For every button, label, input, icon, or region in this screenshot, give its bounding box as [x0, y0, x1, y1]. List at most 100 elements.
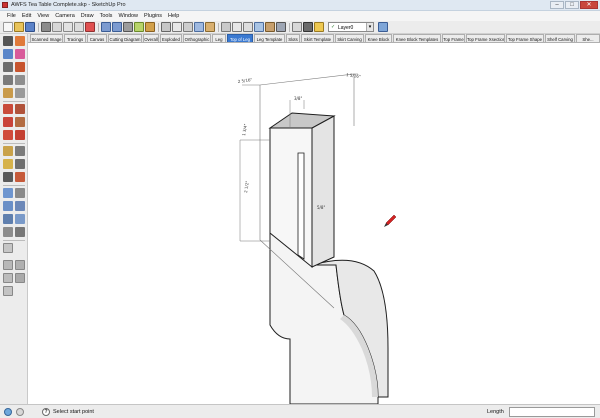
- scene-tab-top-frame[interactable]: Top Frame: [442, 34, 465, 42]
- paste-icon[interactable]: [74, 22, 84, 32]
- redo-icon[interactable]: [112, 22, 122, 32]
- wireframe-icon[interactable]: [232, 22, 242, 32]
- component-a-icon[interactable]: [3, 260, 13, 270]
- dimension-icon[interactable]: [15, 146, 25, 156]
- position-camera-icon[interactable]: [3, 227, 13, 237]
- menu-edit[interactable]: Edit: [19, 11, 34, 21]
- erase-icon[interactable]: [85, 22, 95, 32]
- xray-icon[interactable]: [221, 22, 231, 32]
- top-view-icon[interactable]: [183, 22, 193, 32]
- make-component-icon[interactable]: [145, 22, 155, 32]
- move-icon[interactable]: [3, 104, 13, 114]
- new-file-icon[interactable]: [3, 22, 13, 32]
- layer-manager-icon[interactable]: [378, 22, 388, 32]
- scene-tab-leg[interactable]: Leg: [212, 34, 226, 42]
- line-pencil-icon[interactable]: [15, 62, 25, 72]
- circle-icon[interactable]: [3, 75, 13, 85]
- drawing-viewport[interactable]: 2 5/16" 1 5/16" 3/8" 1 3/4" 2 1/2" 5/8": [28, 43, 600, 404]
- section-plane-tool-icon[interactable]: [3, 243, 13, 253]
- iso-view-icon[interactable]: [194, 22, 204, 32]
- scene-tab-knee-block[interactable]: Knee Block: [365, 34, 392, 42]
- select-icon[interactable]: [3, 36, 13, 46]
- zoom-icon[interactable]: [3, 201, 13, 211]
- maximize-button[interactable]: □: [565, 1, 579, 9]
- component-e-icon[interactable]: [3, 286, 13, 296]
- offset-icon[interactable]: [15, 130, 25, 140]
- scene-tab-skirt-carving[interactable]: Skirt Carving: [335, 34, 364, 42]
- home-icon[interactable]: [172, 22, 182, 32]
- protractor-icon[interactable]: [3, 159, 13, 169]
- undo-icon[interactable]: [101, 22, 111, 32]
- component-d-icon[interactable]: [15, 273, 25, 283]
- scene-tab-top-frame-xsection[interactable]: Top Frame Xsection: [466, 34, 505, 42]
- make-component-tool-icon[interactable]: [3, 49, 13, 59]
- tape-measure-icon[interactable]: [3, 146, 13, 156]
- eraser-icon[interactable]: [15, 36, 25, 46]
- scene-tab-more[interactable]: She...: [576, 34, 600, 42]
- scene-tab-exploded[interactable]: Exploded: [160, 34, 182, 42]
- orbit-icon[interactable]: [3, 188, 13, 198]
- menu-camera[interactable]: Camera: [52, 11, 78, 21]
- paint-bucket-icon[interactable]: [15, 49, 25, 59]
- zoom-extents-icon[interactable]: [3, 214, 13, 224]
- front-view-icon[interactable]: [205, 22, 215, 32]
- text-tool-icon[interactable]: [15, 159, 25, 169]
- model-info-icon[interactable]: [134, 22, 144, 32]
- shaded-icon[interactable]: [254, 22, 264, 32]
- minimize-button[interactable]: –: [550, 1, 564, 9]
- push-pull-icon[interactable]: [15, 104, 25, 114]
- previous-view-icon[interactable]: [15, 214, 25, 224]
- scene-tab-scanned-image[interactable]: Scanned Image: [30, 34, 63, 42]
- scene-tab-overall[interactable]: Overall: [143, 34, 159, 42]
- scene-tab-canvas[interactable]: Canvas: [87, 34, 107, 42]
- follow-me-icon[interactable]: [15, 117, 25, 127]
- layer-dropdown[interactable]: ✓ Layer0 ▾: [328, 22, 374, 32]
- pan-icon[interactable]: [15, 188, 25, 198]
- component-c-icon[interactable]: [3, 273, 13, 283]
- hidden-line-icon[interactable]: [243, 22, 253, 32]
- cut-icon[interactable]: [52, 22, 62, 32]
- scale-icon[interactable]: [3, 130, 13, 140]
- scene-tab-knee-block-templates[interactable]: Knee Block Templates: [393, 34, 441, 42]
- freehand-icon[interactable]: [15, 88, 25, 98]
- scene-tab-orthographic[interactable]: Orthographic: [183, 34, 211, 42]
- zoom-window-icon[interactable]: [15, 201, 25, 211]
- menu-tools[interactable]: Tools: [97, 11, 116, 21]
- scene-tab-cutting-diagram[interactable]: Cutting Diagram: [108, 34, 142, 42]
- menu-plugins[interactable]: Plugins: [141, 11, 165, 21]
- help-icon[interactable]: ?: [42, 408, 50, 416]
- layers-icon[interactable]: [314, 22, 324, 32]
- save-icon[interactable]: [25, 22, 35, 32]
- component-b-icon[interactable]: [15, 260, 25, 270]
- rotate-icon[interactable]: [3, 117, 13, 127]
- scene-tab-skirt-template[interactable]: Skirt Template: [301, 34, 334, 42]
- scene-tab-slots[interactable]: Slots: [286, 34, 300, 42]
- menu-help[interactable]: Help: [165, 11, 182, 21]
- scene-tab-tracings[interactable]: Tracings: [64, 34, 86, 42]
- rectangle-icon[interactable]: [3, 62, 13, 72]
- scene-tab-shelf-carving[interactable]: Shelf Carving: [545, 34, 575, 42]
- menu-draw[interactable]: Draw: [78, 11, 97, 21]
- section-plane-icon[interactable]: [292, 22, 302, 32]
- open-folder-icon[interactable]: [14, 22, 24, 32]
- menu-file[interactable]: File: [4, 11, 19, 21]
- scene-tab-top-of-leg[interactable]: Top of Leg: [227, 34, 253, 42]
- chevron-down-icon[interactable]: ▾: [366, 23, 373, 31]
- close-button[interactable]: ✕: [580, 1, 598, 9]
- geolocation-icon[interactable]: [16, 408, 24, 416]
- 3d-text-icon[interactable]: [15, 172, 25, 182]
- menu-window[interactable]: Window: [115, 11, 141, 21]
- select-arrow-icon[interactable]: [41, 22, 51, 32]
- scene-tab-leg-template[interactable]: Leg Template: [254, 34, 285, 42]
- polygon-icon[interactable]: [3, 88, 13, 98]
- measurement-input[interactable]: [509, 407, 595, 417]
- scene-tab-top-frame-shape[interactable]: Top Frame Shape: [506, 34, 544, 42]
- camera-icon[interactable]: [161, 22, 171, 32]
- arc-icon[interactable]: [15, 75, 25, 85]
- menu-view[interactable]: View: [34, 11, 52, 21]
- walk-icon[interactable]: [15, 227, 25, 237]
- textured-icon[interactable]: [265, 22, 275, 32]
- info-icon[interactable]: [4, 408, 12, 416]
- copy-icon[interactable]: [63, 22, 73, 32]
- section-cut-icon[interactable]: [303, 22, 313, 32]
